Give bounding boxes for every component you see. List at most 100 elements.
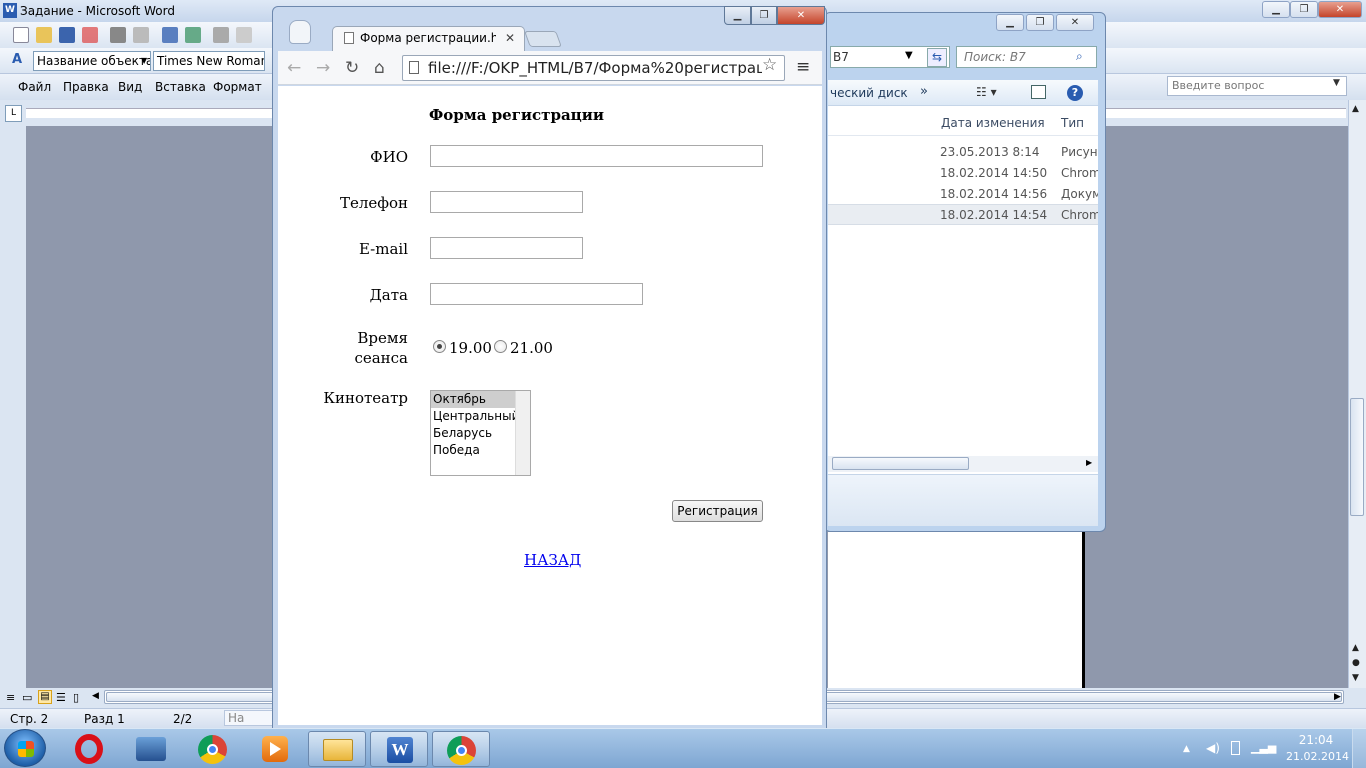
reload-icon[interactable]: ↻: [345, 58, 359, 78]
document-page[interactable]: [828, 532, 1084, 688]
taskbar-media-player[interactable]: [246, 731, 304, 767]
column-header-type[interactable]: Тип: [1061, 116, 1084, 130]
copy-icon[interactable]: [236, 27, 252, 43]
print-icon[interactable]: [110, 27, 126, 43]
help-icon[interactable]: ?: [1067, 85, 1083, 101]
forward-arrow-icon[interactable]: →: [316, 58, 330, 78]
scroll-right-icon[interactable]: ▶: [1334, 692, 1341, 702]
search-icon[interactable]: ⌕: [1076, 49, 1083, 64]
explorer-scroll-right-icon[interactable]: ▶: [1086, 458, 1092, 467]
tray-clock-date[interactable]: 21.02.2014: [1286, 750, 1349, 763]
reading-view-icon[interactable]: ▯: [73, 691, 79, 704]
register-button[interactable]: Регистрация: [672, 500, 763, 522]
spelling-icon[interactable]: [162, 27, 178, 43]
phone-input[interactable]: [430, 191, 583, 213]
cinema-option[interactable]: Победа: [431, 442, 515, 459]
tray-clock-time[interactable]: 21:04: [1290, 733, 1342, 747]
explorer-minimize-button[interactable]: ▁: [996, 14, 1024, 31]
menu-file[interactable]: Файл: [18, 80, 51, 94]
view-options-icon[interactable]: ☷ ▾: [976, 85, 997, 99]
new-document-icon[interactable]: [13, 27, 29, 43]
select-browse-object-icon[interactable]: ●: [1352, 658, 1360, 668]
chrome-minimize-button[interactable]: ▁: [724, 6, 751, 25]
tab-stop-selector[interactable]: L: [5, 105, 22, 122]
cinema-option[interactable]: Беларусь: [431, 425, 515, 442]
start-button[interactable]: [4, 729, 46, 767]
taskbar-opera[interactable]: [60, 731, 118, 767]
normal-view-icon[interactable]: ≡: [6, 691, 15, 704]
scroll-left-icon[interactable]: ◀: [92, 691, 99, 701]
word-minimize-button[interactable]: ▁: [1262, 1, 1290, 18]
menu-view[interactable]: Вид: [118, 80, 142, 94]
taskbar-chrome[interactable]: [184, 731, 242, 767]
taskbar-office-manager[interactable]: [122, 731, 180, 767]
menu-insert[interactable]: Вставка: [155, 80, 206, 94]
file-row-selected[interactable]: 18.02.2014 14:54 Chrome: [828, 204, 1098, 225]
ask-dropdown-icon[interactable]: ▼: [1333, 78, 1340, 88]
explorer-nav-text[interactable]: ческий диск: [830, 86, 908, 100]
session-radio-1900[interactable]: [433, 340, 446, 353]
save-icon[interactable]: [59, 27, 75, 43]
battery-icon[interactable]: [1231, 741, 1240, 755]
chrome-maximize-button[interactable]: ❐: [751, 6, 777, 25]
font-combobox[interactable]: Times New Roman: [153, 51, 265, 71]
tab-close-icon[interactable]: ✕: [505, 31, 515, 45]
back-arrow-icon[interactable]: ←: [287, 58, 301, 78]
explorer-horizontal-scroll-thumb[interactable]: [832, 457, 969, 470]
word-vertical-scroll-thumb[interactable]: [1350, 398, 1364, 516]
cinema-listbox[interactable]: Октябрь Центральный Беларусь Победа: [430, 390, 531, 476]
cinema-listbox-scrollbar[interactable]: [515, 391, 530, 475]
profile-avatar-icon[interactable]: [289, 20, 311, 44]
menu-format[interactable]: Формат: [213, 80, 262, 94]
explorer-close-button[interactable]: ✕: [1056, 14, 1094, 31]
session-radio-2100[interactable]: [494, 340, 507, 353]
print-preview-icon[interactable]: [133, 27, 149, 43]
page-info-icon[interactable]: [409, 61, 419, 74]
email-input[interactable]: [430, 237, 583, 259]
more-chevron-icon[interactable]: »: [920, 84, 928, 99]
preview-pane-icon[interactable]: [1031, 85, 1046, 99]
file-row[interactable]: 23.05.2013 8:14 Рисунок: [828, 142, 1098, 163]
scroll-up-icon[interactable]: ▲: [1352, 104, 1359, 114]
ask-question-input[interactable]: Введите вопрос: [1167, 76, 1347, 96]
date-input[interactable]: [430, 283, 643, 305]
back-link[interactable]: НАЗАД: [524, 551, 581, 569]
menu-edit[interactable]: Правка: [63, 80, 109, 94]
style-combobox[interactable]: Название объекта: [33, 51, 151, 71]
previous-page-icon[interactable]: ▲: [1352, 643, 1359, 653]
cut-icon[interactable]: [213, 27, 229, 43]
chevron-down-icon[interactable]: ▼: [141, 56, 147, 65]
network-signal-icon[interactable]: ▁▃▅: [1251, 741, 1276, 754]
word-vertical-scrollbar[interactable]: [1348, 100, 1366, 688]
column-header-date[interactable]: Дата изменения: [941, 116, 1045, 130]
file-row[interactable]: 18.02.2014 14:50 Chrome: [828, 163, 1098, 184]
permission-icon[interactable]: [82, 27, 98, 43]
open-folder-icon[interactable]: [36, 27, 52, 43]
chrome-menu-icon[interactable]: ≡: [796, 57, 810, 77]
word-close-button[interactable]: ✕: [1318, 1, 1362, 18]
taskbar-word[interactable]: W: [370, 731, 428, 767]
new-tab-button[interactable]: [524, 31, 562, 47]
outline-view-icon[interactable]: ☰: [56, 691, 66, 704]
next-page-icon[interactable]: ▼: [1352, 673, 1359, 683]
show-desktop-button[interactable]: [1352, 729, 1366, 768]
explorer-refresh-icon[interactable]: ⇆: [927, 48, 947, 67]
fio-input[interactable]: [430, 145, 763, 167]
volume-icon[interactable]: ◀): [1206, 741, 1220, 755]
print-layout-icon[interactable]: ▤: [38, 690, 52, 704]
chrome-close-button[interactable]: ✕: [777, 6, 825, 25]
styles-icon[interactable]: A: [12, 52, 22, 67]
web-view-icon[interactable]: ▭: [22, 691, 32, 704]
cinema-option[interactable]: Центральный: [431, 408, 519, 425]
file-row[interactable]: 18.02.2014 14:56 Документ: [828, 184, 1098, 205]
tray-expand-icon[interactable]: ▲: [1183, 744, 1190, 754]
word-maximize-button[interactable]: ❐: [1290, 1, 1318, 18]
taskbar-chrome-active[interactable]: [432, 731, 490, 767]
explorer-maximize-button[interactable]: ❐: [1026, 14, 1054, 31]
cinema-option[interactable]: Октябрь: [431, 391, 515, 408]
home-icon[interactable]: ⌂: [374, 58, 385, 78]
bookmark-star-icon[interactable]: ☆: [762, 55, 777, 75]
address-dropdown-icon[interactable]: ▼: [905, 50, 913, 61]
research-icon[interactable]: [185, 27, 201, 43]
taskbar-explorer[interactable]: [308, 731, 366, 767]
